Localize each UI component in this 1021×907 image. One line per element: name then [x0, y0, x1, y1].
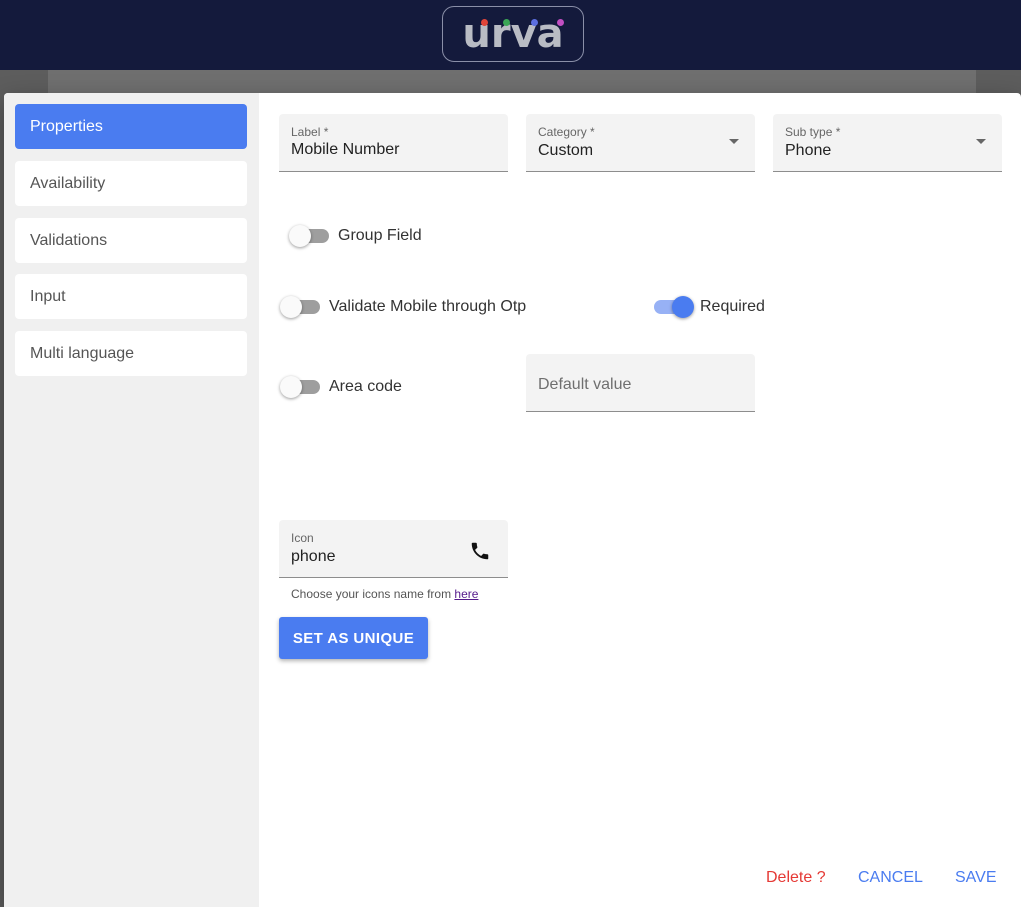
icon-hint-text: Choose your icons name from	[291, 587, 455, 601]
group-field-label: Group Field	[338, 227, 422, 244]
app-logo[interactable]: urva	[442, 6, 584, 62]
sidebar-item-validations[interactable]: Validations	[15, 218, 247, 263]
sidebar-item-multi-language[interactable]: Multi language	[15, 331, 247, 376]
toggle-thumb	[289, 225, 311, 247]
label-field-value: Mobile Number	[291, 141, 400, 158]
label-field[interactable]: Label * Mobile Number	[279, 114, 508, 172]
delete-button[interactable]: Delete ?	[766, 869, 826, 887]
toggle-track	[280, 296, 320, 318]
required-toggle[interactable]: Required	[654, 296, 765, 318]
toggle-track	[280, 376, 320, 398]
logo-dot-red	[481, 19, 488, 26]
dialog-sidebar: Properties Availability Validations Inpu…	[4, 93, 259, 907]
area-code-label: Area code	[329, 378, 402, 395]
sidebar-item-properties[interactable]: Properties	[15, 104, 247, 149]
group-field-toggle[interactable]: Group Field	[289, 225, 422, 247]
icons-link[interactable]: here	[454, 587, 478, 601]
set-as-unique-button[interactable]: SET AS UNIQUE	[279, 617, 428, 659]
subtype-select-label: Sub type *	[785, 125, 841, 139]
field-settings-dialog: Properties Availability Validations Inpu…	[4, 93, 1021, 907]
toggle-track	[654, 296, 694, 318]
toggle-thumb	[672, 296, 694, 318]
toggle-track	[289, 225, 329, 247]
validate-otp-toggle[interactable]: Validate Mobile through Otp	[280, 296, 527, 318]
logo-dot-green	[503, 19, 510, 26]
logo-text: urva	[462, 11, 564, 57]
sidebar-item-label: Validations	[30, 231, 108, 249]
category-select[interactable]: Category * Custom	[526, 114, 755, 172]
subtype-select-value: Phone	[785, 142, 832, 159]
validate-otp-label: Validate Mobile through Otp	[329, 298, 527, 315]
category-select-label: Category *	[538, 125, 595, 139]
top-app-bar: urva	[0, 0, 1021, 70]
icon-input-value: phone	[291, 548, 336, 565]
logo-dot-purple	[557, 19, 564, 26]
icon-input[interactable]: Icon phone	[279, 520, 508, 578]
sidebar-item-label: Input	[30, 287, 66, 305]
sidebar-item-label: Multi language	[30, 344, 135, 362]
sidebar-item-label: Properties	[30, 117, 103, 135]
save-button[interactable]: SAVE	[955, 869, 997, 887]
subtype-select[interactable]: Sub type * Phone	[773, 114, 1002, 172]
label-field-label: Label *	[291, 125, 329, 139]
sidebar-item-input[interactable]: Input	[15, 274, 247, 319]
chevron-down-icon	[976, 139, 986, 144]
required-label: Required	[700, 298, 765, 315]
phone-icon	[469, 540, 491, 562]
chevron-down-icon	[729, 139, 739, 144]
icon-hint: Choose your icons name from here	[291, 587, 478, 601]
logo-dot-blue	[531, 19, 538, 26]
default-value-placeholder: Default value	[538, 376, 632, 393]
category-select-value: Custom	[538, 142, 594, 159]
default-value-input[interactable]: Default value	[526, 354, 755, 412]
toggle-thumb	[280, 376, 302, 398]
area-code-toggle[interactable]: Area code	[280, 376, 402, 398]
cancel-button[interactable]: CANCEL	[858, 869, 923, 887]
icon-input-label: Icon	[291, 531, 314, 545]
sidebar-item-availability[interactable]: Availability	[15, 161, 247, 206]
sidebar-item-label: Availability	[30, 174, 106, 192]
toggle-thumb	[280, 296, 302, 318]
